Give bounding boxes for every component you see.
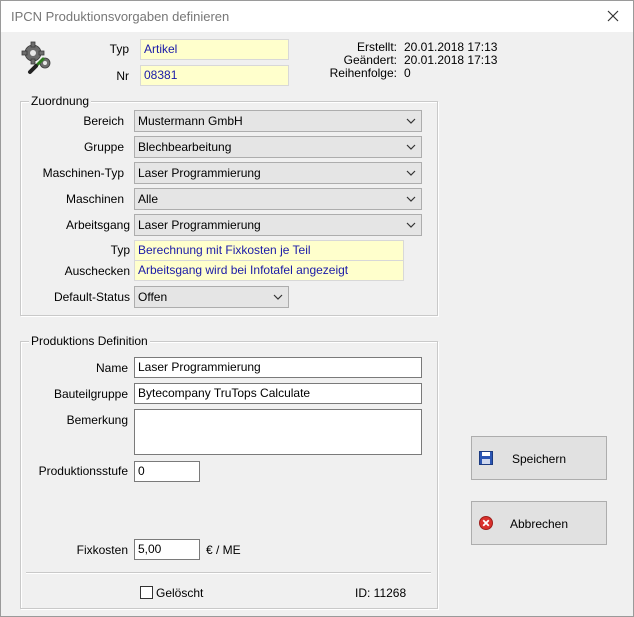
close-button[interactable]	[601, 4, 625, 28]
fixkosten-unit: € / ME	[206, 543, 241, 557]
gruppe-select[interactable]: Blechbearbeitung	[134, 136, 422, 158]
default-status-select[interactable]: Offen	[134, 286, 289, 308]
window-title: IPCN Produktionsvorgaben definieren	[11, 9, 230, 24]
cancel-button-label: Abbrechen	[509, 517, 569, 531]
maschinen-typ-select[interactable]: Laser Programmierung	[134, 162, 422, 184]
chevron-down-icon	[406, 144, 416, 150]
maschinen-label: Maschinen	[65, 192, 124, 206]
close-icon	[607, 10, 619, 22]
chevron-down-icon	[406, 222, 416, 228]
zuordnung-title: Zuordnung	[29, 94, 92, 108]
produktionsstufe-input[interactable]: 0	[134, 461, 200, 482]
typ-label: Typ	[109, 42, 129, 56]
bemerkung-textarea[interactable]	[134, 409, 422, 455]
chevron-down-icon	[406, 118, 416, 124]
arbeitsgang-label: Arbeitsgang	[65, 218, 130, 232]
nr-field: 08381	[140, 65, 289, 86]
bereich-label: Bereich	[83, 114, 124, 128]
gruppe-value: Blechbearbeitung	[138, 140, 232, 154]
geloescht-label: Gelöscht	[156, 586, 204, 600]
save-button-label: Speichern	[511, 452, 567, 466]
zuordnung-typ-field: Berechnung mit Fixkosten je Teil	[134, 240, 404, 261]
reihenfolge-value: 0	[404, 66, 411, 80]
dialog-window: IPCN Produktionsvorgaben definieren Typ …	[0, 0, 634, 617]
produktion-title: Produktions Definition	[29, 334, 150, 348]
default-status-value: Offen	[138, 290, 168, 304]
nr-label: Nr	[116, 69, 129, 83]
fixkosten-label: Fixkosten	[76, 543, 128, 557]
geaendert-label: Geändert:	[343, 53, 397, 67]
maschinen-select[interactable]: Alle	[134, 188, 422, 210]
maschinen-typ-value: Laser Programmierung	[138, 166, 261, 180]
gruppe-label: Gruppe	[83, 140, 124, 154]
gears-wrench-icon	[21, 41, 51, 74]
save-button[interactable]: Speichern	[471, 436, 607, 480]
name-label: Name	[95, 361, 128, 375]
typ-field: Artikel	[140, 39, 289, 60]
chevron-down-icon	[406, 170, 416, 176]
maschinen-value: Alle	[138, 192, 159, 206]
geaendert-value: 20.01.2018 17:13	[404, 53, 498, 67]
bauteilgruppe-label: Bauteilgruppe	[53, 387, 128, 401]
fixkosten-input[interactable]: 5,00	[134, 539, 200, 560]
bereich-value: Mustermann GmbH	[138, 114, 243, 128]
erstellt-label: Erstellt:	[356, 40, 397, 54]
zuordnung-typ-label: Typ	[110, 243, 130, 257]
produktionsstufe-label: Produktionsstufe	[38, 464, 128, 478]
cancel-button[interactable]: Abbrechen	[471, 501, 607, 545]
auschecken-field: Arbeitsgang wird bei Infotafel angezeigt	[134, 260, 404, 281]
erstellt-value: 20.01.2018 17:13	[404, 40, 498, 54]
bereich-select[interactable]: Mustermann GmbH	[134, 110, 422, 132]
title-bar: IPCN Produktionsvorgaben definieren	[1, 1, 633, 32]
chevron-down-icon	[273, 294, 283, 300]
bauteilgruppe-input[interactable]: Bytecompany TruTops Calculate	[134, 383, 422, 404]
geloescht-checkbox[interactable]	[140, 586, 153, 599]
auschecken-label: Auschecken	[64, 264, 130, 278]
reihenfolge-label: Reihenfolge:	[329, 66, 397, 80]
id-label: ID: 11268	[355, 586, 407, 600]
bemerkung-label: Bemerkung	[66, 413, 128, 427]
maschinen-typ-label: Maschinen-Typ	[42, 166, 124, 180]
arbeitsgang-value: Laser Programmierung	[138, 218, 261, 232]
name-input[interactable]: Laser Programmierung	[134, 357, 422, 378]
arbeitsgang-select[interactable]: Laser Programmierung	[134, 214, 422, 236]
chevron-down-icon	[406, 196, 416, 202]
divider	[26, 572, 431, 574]
default-status-label: Default-Status	[53, 290, 130, 304]
